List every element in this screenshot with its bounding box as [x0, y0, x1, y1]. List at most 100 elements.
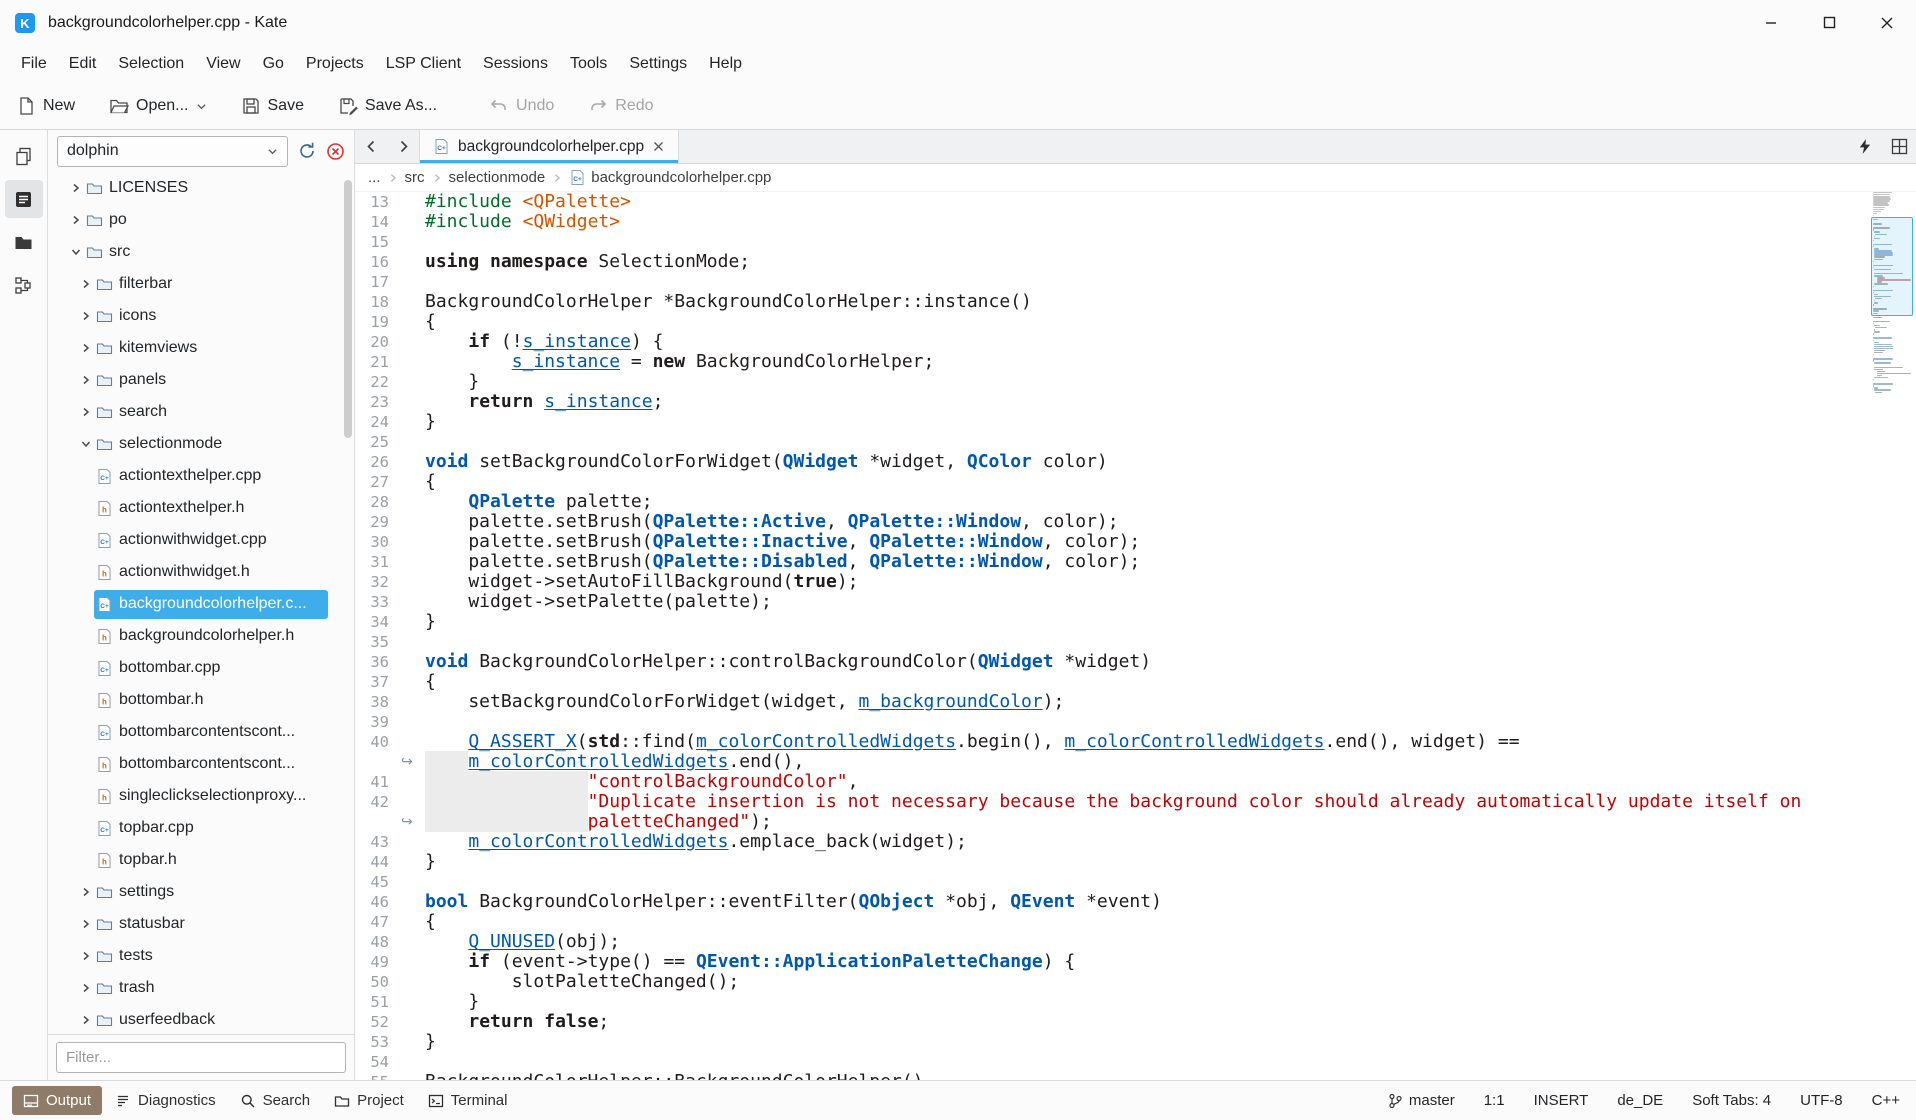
input-mode[interactable]: INSERT — [1534, 1092, 1589, 1109]
tree-item-filterbar[interactable]: filterbar — [48, 268, 354, 300]
tree-item-backgroundcolorhelper-c[interactable]: C+backgroundcolorhelper.c... — [48, 588, 354, 620]
chevron-right-icon[interactable] — [78, 374, 94, 386]
undo-button[interactable]: Undo — [489, 96, 554, 116]
dictionary[interactable]: de_DE — [1617, 1092, 1663, 1109]
tree-item-bottombar-h[interactable]: hbottombar.h — [48, 684, 354, 716]
chevron-right-icon[interactable] — [78, 342, 94, 354]
code-line: 52 return false; — [355, 1012, 1916, 1032]
tab-prev-button[interactable] — [355, 130, 387, 163]
tree-item-tests[interactable]: tests — [48, 940, 354, 972]
save-button[interactable]: Save — [241, 96, 304, 116]
menu-go[interactable]: Go — [252, 49, 295, 79]
panel-search-button[interactable]: Search — [229, 1086, 322, 1115]
chevron-right-icon[interactable] — [68, 182, 84, 194]
chevron-right-icon[interactable] — [78, 406, 94, 418]
panel-terminal-button[interactable]: Terminal — [417, 1086, 519, 1115]
chevron-right-icon[interactable] — [78, 1014, 94, 1026]
filter-input[interactable] — [56, 1042, 346, 1073]
chevron-right-icon[interactable] — [78, 310, 94, 322]
menu-sessions[interactable]: Sessions — [472, 49, 559, 79]
minimap-viewport[interactable] — [1871, 217, 1913, 316]
chevron-right-icon[interactable] — [78, 278, 94, 290]
chevron-right-icon[interactable] — [78, 982, 94, 994]
quick-open-button[interactable] — [1848, 130, 1882, 163]
cursor-position[interactable]: 1:1 — [1484, 1092, 1505, 1109]
project-close-button[interactable] — [326, 142, 345, 161]
tree-item-actiontexthelper-h[interactable]: hactiontexthelper.h — [48, 492, 354, 524]
line-number: 19 — [355, 312, 389, 332]
tree-item-selectionmode[interactable]: selectionmode — [48, 428, 354, 460]
tree-item-trash[interactable]: trash — [48, 972, 354, 1004]
tree-item-icons[interactable]: icons — [48, 300, 354, 332]
tab-backgroundcolorhelper-cpp[interactable]: C+ backgroundcolorhelper.cpp — [419, 130, 679, 163]
tree-item-topbar-cpp[interactable]: C+topbar.cpp — [48, 812, 354, 844]
breadcrumb-item-backgroundcolorhelper-cpp[interactable]: C+backgroundcolorhelper.cpp — [569, 169, 771, 186]
new-button[interactable]: New — [16, 96, 75, 116]
chevron-right-icon[interactable] — [68, 214, 84, 226]
tree-item-po[interactable]: po — [48, 204, 354, 236]
code-line: 26void setBackgroundColorForWidget(QWidg… — [355, 452, 1916, 472]
maximize-button[interactable] — [1800, 0, 1858, 45]
panel-diagnostics-button[interactable]: Diagnostics — [104, 1086, 227, 1115]
tree-item-bottombarcontentscont[interactable]: C+bottombarcontentscont... — [48, 716, 354, 748]
git-branch-indicator[interactable]: master — [1388, 1092, 1455, 1109]
tab-next-button[interactable] — [387, 130, 419, 163]
indent-mode[interactable]: Soft Tabs: 4 — [1692, 1092, 1771, 1109]
tree-item-search[interactable]: search — [48, 396, 354, 428]
tree-item-topbar-h[interactable]: htopbar.h — [48, 844, 354, 876]
tree-item-bottombarcontentscont[interactable]: hbottombarcontentscont... — [48, 748, 354, 780]
chevron-right-icon[interactable] — [78, 918, 94, 930]
encoding[interactable]: UTF-8 — [1800, 1092, 1843, 1109]
chevron-down-icon[interactable] — [68, 246, 84, 258]
tree-item-actionwithwidget-h[interactable]: hactionwithwidget.h — [48, 556, 354, 588]
panel-output-button[interactable]: Output — [12, 1086, 102, 1115]
project-reload-button[interactable] — [297, 141, 317, 161]
tree-item-src[interactable]: src — [48, 236, 354, 268]
minimize-button[interactable] — [1742, 0, 1800, 45]
tree-item-statusbar[interactable]: statusbar — [48, 908, 354, 940]
breadcrumb-item-src[interactable]: src — [405, 169, 425, 186]
tree-item-panels[interactable]: panels — [48, 364, 354, 396]
tree-item-bottombar-cpp[interactable]: C+bottombar.cpp — [48, 652, 354, 684]
tree-scrollbar[interactable] — [344, 180, 352, 438]
tree-item-userfeedback[interactable]: userfeedback — [48, 1004, 354, 1034]
panel-project-button[interactable]: Project — [323, 1086, 415, 1115]
filesystem-tool-button[interactable] — [5, 223, 43, 261]
code-editor[interactable]: 13#include <QPalette>14#include <QWidget… — [355, 192, 1916, 1080]
menu-view[interactable]: View — [195, 49, 251, 79]
menu-tools[interactable]: Tools — [559, 49, 618, 79]
tree-item-licenses[interactable]: LICENSES — [48, 172, 354, 204]
menu-lsp-client[interactable]: LSP Client — [375, 49, 472, 79]
tree-item-singleclickselectionproxy[interactable]: hsingleclickselectionproxy... — [48, 780, 354, 812]
chevron-down-icon[interactable] — [78, 438, 94, 450]
save-as-button[interactable]: Save As... — [338, 96, 437, 116]
menu-file[interactable]: File — [10, 49, 58, 79]
menu-settings[interactable]: Settings — [618, 49, 698, 79]
documents-tool-button[interactable] — [5, 137, 43, 175]
minimap[interactable] — [1871, 192, 1913, 1080]
split-view-button[interactable] — [1882, 130, 1916, 163]
project-selector[interactable]: dolphin — [57, 136, 288, 167]
tree-item-backgroundcolorhelper-h[interactable]: hbackgroundcolorhelper.h — [48, 620, 354, 652]
menu-edit[interactable]: Edit — [58, 49, 108, 79]
breadcrumb-item-selectionmode[interactable]: selectionmode — [449, 169, 546, 186]
gutter-space — [389, 1052, 425, 1072]
open-button[interactable]: Open... — [109, 96, 206, 116]
chevron-right-icon[interactable] — [78, 950, 94, 962]
breadcrumb-item-ellipsis[interactable]: ... — [368, 169, 381, 186]
tree-item-kitemviews[interactable]: kitemviews — [48, 332, 354, 364]
tab-close-icon[interactable] — [652, 140, 665, 153]
line-number: 49 — [355, 952, 389, 972]
redo-button[interactable]: Redo — [588, 96, 653, 116]
menu-projects[interactable]: Projects — [295, 49, 375, 79]
highlight-mode[interactable]: C++ — [1872, 1092, 1900, 1109]
symbols-tool-button[interactable] — [5, 266, 43, 304]
tree-item-actiontexthelper-cpp[interactable]: C+actiontexthelper.cpp — [48, 460, 354, 492]
menu-help[interactable]: Help — [698, 49, 753, 79]
close-button[interactable] — [1858, 0, 1916, 45]
projects-tool-button[interactable] — [5, 180, 43, 218]
menu-selection[interactable]: Selection — [107, 49, 195, 79]
tree-item-actionwithwidget-cpp[interactable]: C+actionwithwidget.cpp — [48, 524, 354, 556]
tree-item-settings[interactable]: settings — [48, 876, 354, 908]
chevron-right-icon[interactable] — [78, 886, 94, 898]
